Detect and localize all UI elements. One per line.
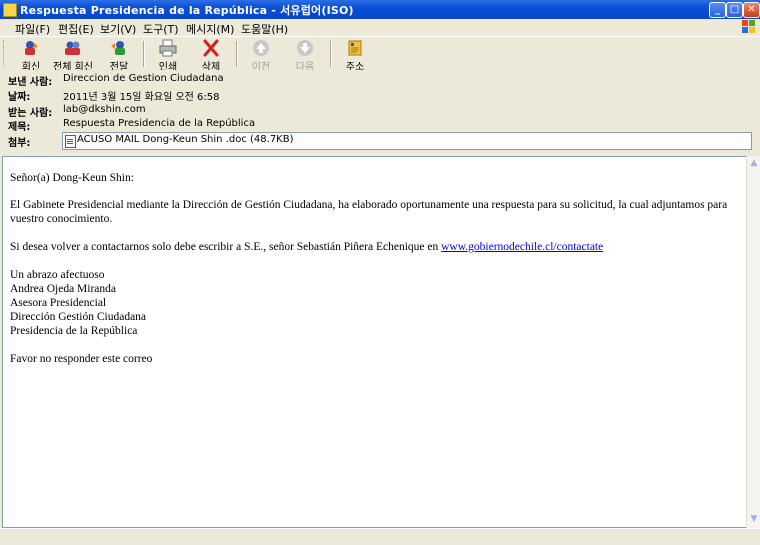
from-value: Direccion de Gestion Ciudadana xyxy=(63,73,224,84)
signer-role: Asesora Presidencial xyxy=(10,297,107,309)
footer-note: Favor no responder este correo xyxy=(10,353,153,365)
menu-edit[interactable]: 편집(E) xyxy=(58,21,94,37)
date-label: 날짜: xyxy=(8,92,31,103)
paragraph-2: Si desea volver a contactarnos solo debe… xyxy=(10,240,730,254)
vertical-scrollbar[interactable]: ▲ ▼ xyxy=(746,156,760,528)
attachment-filename[interactable]: ACUSO MAIL Dong-Keun Shin .doc (48.7KB) xyxy=(77,134,294,145)
window-title: Respuesta Presidencia de la República - … xyxy=(20,4,354,17)
status-bar xyxy=(0,528,760,545)
reply-icon xyxy=(25,41,38,55)
to-label: 받는 사람: xyxy=(8,108,53,119)
reply-button[interactable]: 회신 xyxy=(8,39,54,73)
toolbar: 회신 전체 회신 전달 인쇄 삭제 이전 다음 주소 xyxy=(0,36,760,73)
maximize-button[interactable]: □ xyxy=(726,2,743,18)
from-label: 보낸 사람: xyxy=(8,77,53,88)
closing-line: Un abrazo afectuoso xyxy=(10,269,105,281)
windows-logo-icon xyxy=(742,20,756,34)
subject-value: Respuesta Presidencia de la República xyxy=(63,118,256,129)
document-icon xyxy=(65,135,76,148)
date-value: 2011년 3월 15일 화요일 오전 6:58 xyxy=(63,92,220,103)
forward-button[interactable]: 전달 xyxy=(96,39,142,73)
signer-organization: Presidencia de la República xyxy=(10,325,138,337)
minimize-button[interactable]: _ xyxy=(709,2,726,18)
delete-x-icon xyxy=(203,39,219,57)
address-book-icon xyxy=(348,40,362,56)
subject-label: 제목: xyxy=(8,122,31,133)
greeting: Señor(a) Dong-Keun Shin: xyxy=(10,172,134,184)
message-body[interactable]: Señor(a) Dong-Keun Shin: El Gabinete Pre… xyxy=(2,156,748,528)
printer-icon xyxy=(159,39,177,57)
menu-help[interactable]: 도움말(H) xyxy=(241,21,288,37)
mail-icon xyxy=(3,3,17,17)
attachment-label: 첨부: xyxy=(8,138,31,149)
reply-all-button[interactable]: 전체 회신 xyxy=(50,39,96,73)
signer-name: Andrea Ojeda Miranda xyxy=(10,283,117,295)
delete-button[interactable]: 삭제 xyxy=(188,39,234,73)
scroll-up-icon[interactable]: ▲ xyxy=(748,157,760,169)
scroll-down-icon[interactable]: ▼ xyxy=(748,513,760,525)
down-arrow-icon xyxy=(297,40,313,56)
reply-all-icon xyxy=(65,41,80,55)
message-header: 보낸 사람: Direccion de Gestion Ciudadana 날짜… xyxy=(0,70,760,154)
contact-link[interactable]: www.gobiernodechile.cl/contactate xyxy=(441,241,603,253)
menu-bar: 파일(F) 편집(E) 보기(V) 도구(T) 메시지(M) 도움말(H) xyxy=(0,19,760,36)
to-value: lab@dkshin.com xyxy=(63,104,146,115)
title-bar[interactable]: Respuesta Presidencia de la República - … xyxy=(0,0,760,19)
menu-tools[interactable]: 도구(T) xyxy=(143,21,179,37)
next-button[interactable]: 다음 xyxy=(282,39,328,73)
print-button[interactable]: 인쇄 xyxy=(145,39,191,73)
signer-department: Dirección Gestión Ciudadana xyxy=(10,311,147,323)
previous-button[interactable]: 이전 xyxy=(238,39,284,73)
attachment-field[interactable]: ACUSO MAIL Dong-Keun Shin .doc (48.7KB) xyxy=(62,132,752,150)
paragraph-2-text: Si desea volver a contactarnos solo debe… xyxy=(10,241,442,253)
menu-file[interactable]: 파일(F) xyxy=(15,21,50,37)
menu-message[interactable]: 메시지(M) xyxy=(186,21,234,37)
paragraph-1: El Gabinete Presidencial mediante la Dir… xyxy=(10,199,728,225)
addresses-button[interactable]: 주소 xyxy=(332,39,378,73)
menu-view[interactable]: 보기(V) xyxy=(100,21,136,37)
close-button[interactable]: ✕ xyxy=(743,2,760,18)
forward-icon xyxy=(111,41,125,55)
up-arrow-icon xyxy=(253,40,269,56)
toolbar-grip[interactable] xyxy=(3,40,7,66)
